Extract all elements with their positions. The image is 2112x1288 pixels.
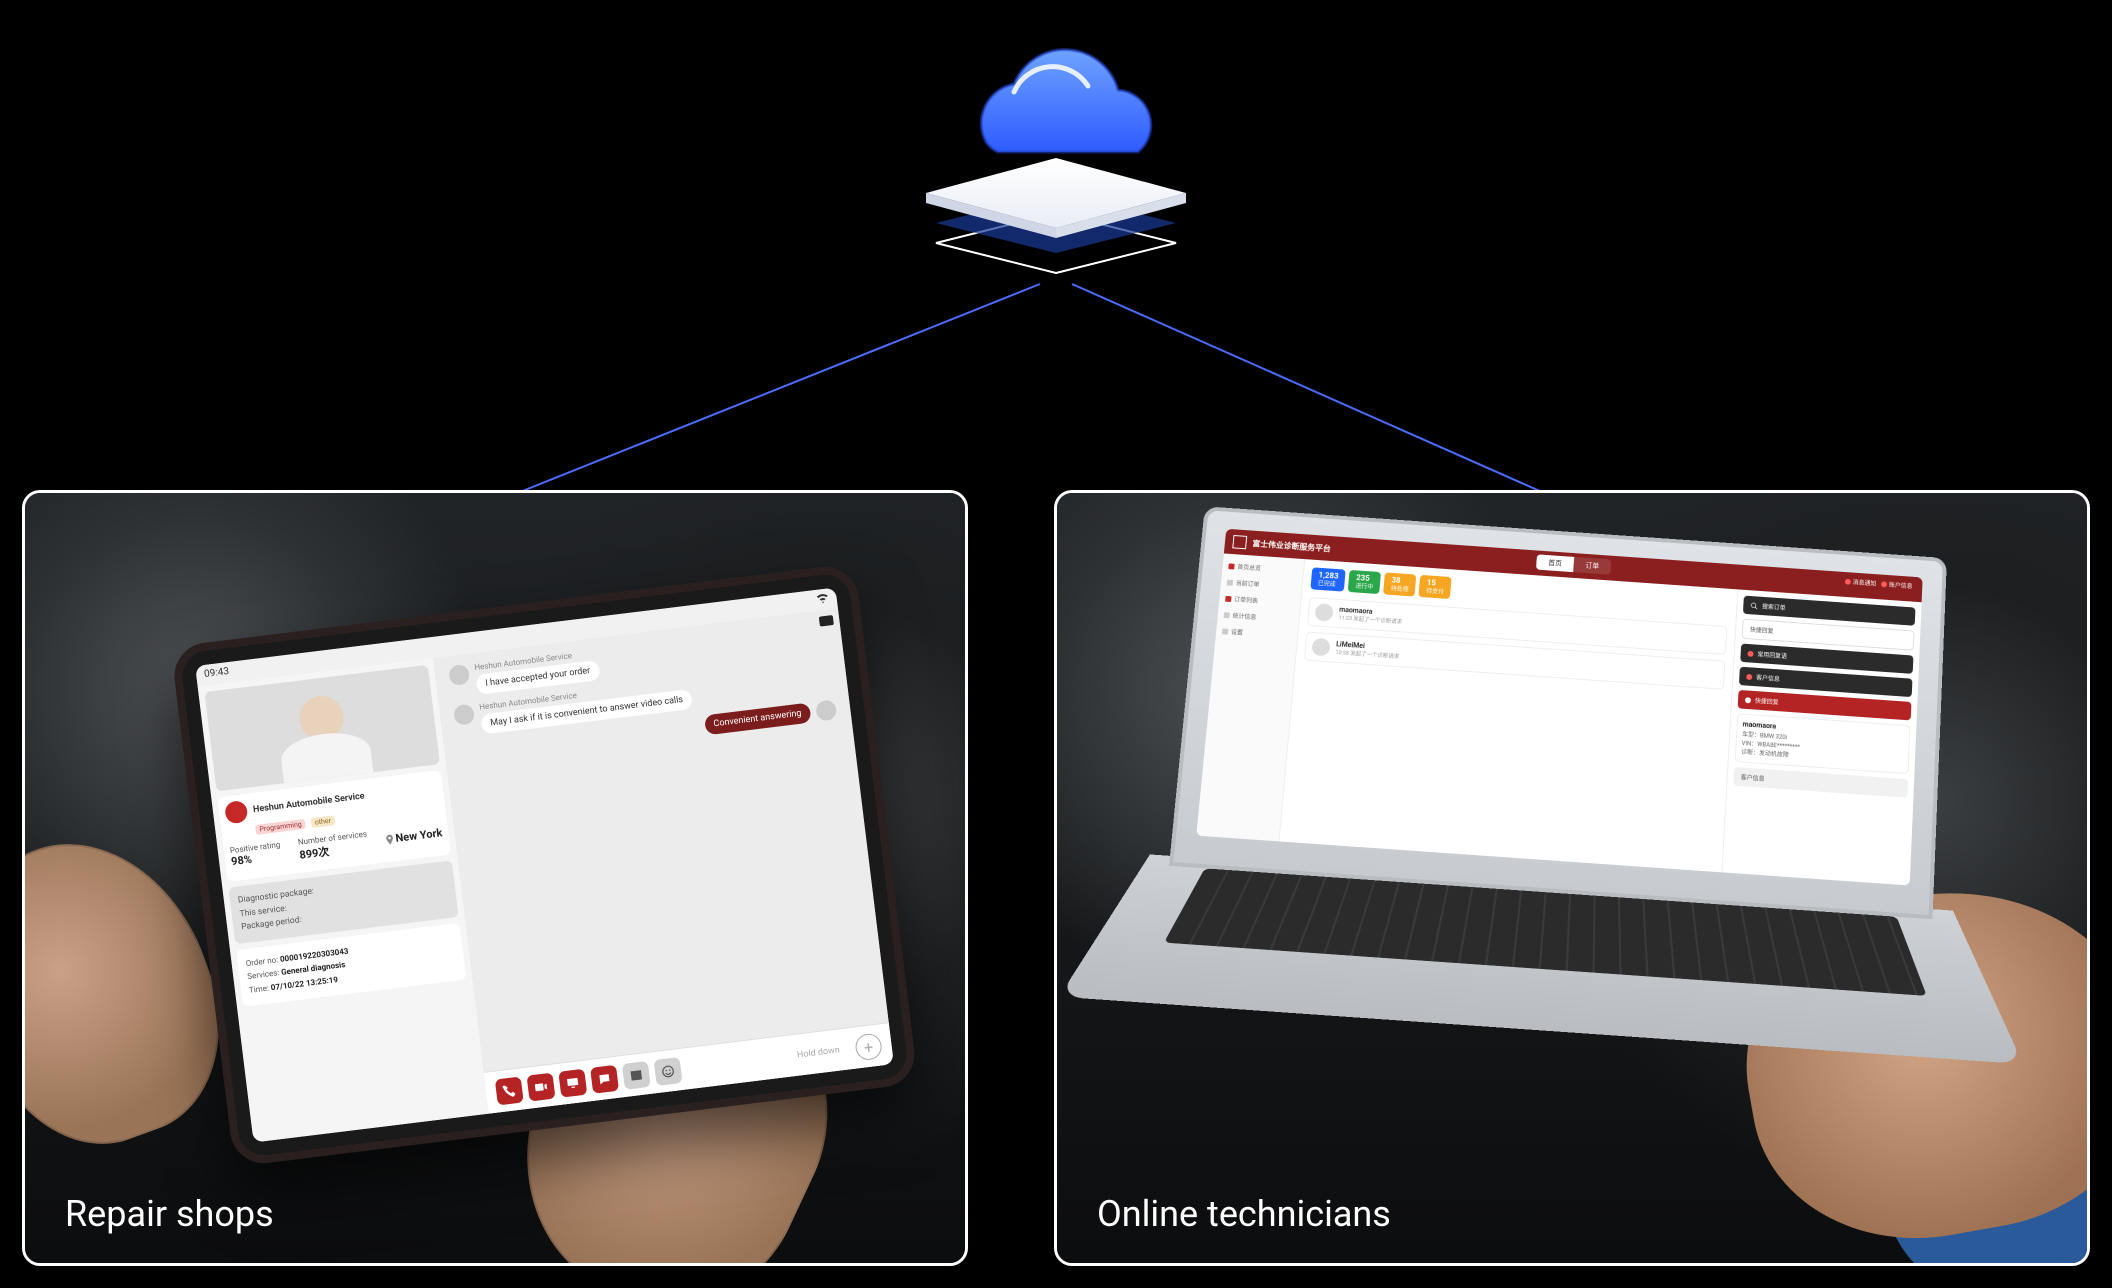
tab-orders[interactable]: 订单 xyxy=(1573,557,1611,575)
nav-item[interactable]: 订单列表 xyxy=(1225,594,1295,607)
header-link-account[interactable]: 账户信息 xyxy=(1881,579,1913,590)
shop-location: New York xyxy=(395,826,443,845)
avatar-icon xyxy=(815,699,837,721)
chat-icon[interactable] xyxy=(590,1065,619,1094)
avatar-icon xyxy=(453,704,475,726)
dashboard-main: 1,283已完成 235进行中 38待处理 15待支付 maomaora 11:… xyxy=(1279,559,1737,872)
hold-hint: Hold down xyxy=(797,1045,841,1060)
emoji-icon[interactable] xyxy=(654,1057,683,1086)
shop-name: Heshun Automobile Service xyxy=(253,791,366,815)
mini-name: maomaora xyxy=(1742,720,1776,730)
repair-shops-card: 09:43 xyxy=(22,490,968,1266)
avatar-icon xyxy=(1311,638,1330,657)
chat-reply: Convenient answering xyxy=(704,703,812,736)
avatar-icon xyxy=(448,664,470,686)
nav-item[interactable]: 首页总览 xyxy=(1228,561,1297,574)
nav-item[interactable]: 设置 xyxy=(1222,627,1292,640)
cloud-illustration xyxy=(866,28,1246,303)
nav-item[interactable]: 统计信息 xyxy=(1223,610,1293,623)
diagnostic-tablet: 09:43 xyxy=(171,563,919,1167)
nav-item[interactable]: 当前订单 xyxy=(1227,578,1297,591)
order-service-label: Services: xyxy=(247,969,280,982)
online-technicians-card: 富士伟业诊断服务平台 首页 订单 消息通知 账户信息 首页总览 xyxy=(1054,490,2090,1266)
stat-unpaid[interactable]: 15待支付 xyxy=(1419,575,1452,599)
minimize-icon[interactable] xyxy=(819,615,834,627)
tag-other: other xyxy=(310,815,335,828)
stat-in-progress[interactable]: 235进行中 xyxy=(1348,570,1381,594)
pin-icon xyxy=(385,834,394,845)
customer-mini-card: maomaora 车型：BMW 320i VIN：WBA8E********* … xyxy=(1735,713,1911,774)
technician-laptop: 富士伟业诊断服务平台 首页 订单 消息通知 账户信息 首页总览 xyxy=(1150,506,1947,1112)
desktop-share-icon[interactable] xyxy=(558,1069,587,1098)
avatar-icon xyxy=(1314,603,1333,622)
app-title: 富士伟业诊断服务平台 xyxy=(1252,538,1331,554)
dashboard-right-panel: 搜索订单 快捷回复 常用回复语 客户信息 快捷回复 maomaora 车型：BM… xyxy=(1721,589,1921,885)
stat-pending[interactable]: 38待处理 xyxy=(1383,572,1416,596)
dashboard-app: 富士伟业诊断服务平台 首页 订单 消息通知 账户信息 首页总览 xyxy=(1196,529,1922,886)
order-no-label: Order no: xyxy=(245,955,278,968)
app-logo-icon xyxy=(1232,535,1247,549)
plus-icon[interactable]: + xyxy=(854,1032,883,1061)
header-link-notifications[interactable]: 消息通知 xyxy=(1845,577,1877,588)
video-call-preview[interactable] xyxy=(204,665,440,792)
wifi-icon xyxy=(816,592,829,606)
order-time-label: Time: xyxy=(249,984,270,995)
header-tabs[interactable]: 首页 订单 xyxy=(1536,554,1611,574)
card-caption-left: Repair shops xyxy=(65,1193,274,1235)
image-icon[interactable] xyxy=(622,1061,651,1090)
tab-home[interactable]: 首页 xyxy=(1536,554,1574,572)
stat-completed[interactable]: 1,283已完成 xyxy=(1310,567,1346,591)
shop-logo xyxy=(224,800,249,825)
tag-programming: Programming xyxy=(255,819,306,835)
phone-icon[interactable] xyxy=(495,1076,524,1105)
chat-area: Heshun Automobile Service I have accepte… xyxy=(433,608,889,1072)
tablet-clock: 09:43 xyxy=(204,666,230,682)
card-caption-right: Online technicians xyxy=(1097,1193,1391,1235)
video-icon[interactable] xyxy=(527,1073,556,1102)
hangup-button[interactable] xyxy=(305,745,347,772)
search-icon xyxy=(1750,601,1758,609)
